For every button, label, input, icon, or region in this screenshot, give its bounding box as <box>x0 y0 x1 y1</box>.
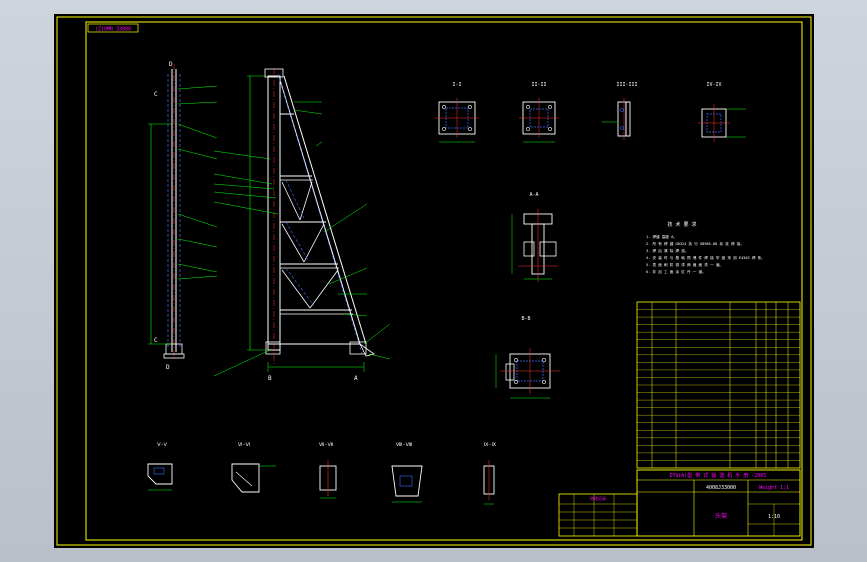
drawing-name: 头架 <box>715 512 727 520</box>
parts-list-table <box>636 301 801 469</box>
revision-title: 修改记录 <box>590 495 606 501</box>
front-elevation-view: B A <box>213 68 391 382</box>
section-detail-A: A-A <box>511 192 558 282</box>
bottom-detail-4: Ⅷ-Ⅷ <box>391 442 423 503</box>
title-stamp-text: (Z)OMR 33000 <box>95 27 131 33</box>
drawing-code: 4008J33000 <box>706 485 736 491</box>
note-1: 1. 焊缝 高度 6。 <box>646 234 677 239</box>
technical-notes: 技 术 要 求 1. 焊缝 高度 6。 2. 所 有 焊 缝 GB324 执 行… <box>646 221 765 274</box>
section-detail-4: IV-IV <box>698 82 746 142</box>
bottom-detail-5: Ⅸ-Ⅸ <box>483 442 497 505</box>
cad-viewport[interactable]: (Z)OMR 33000 C C D D B A I-I II-II III-I… <box>54 14 814 548</box>
drawing-canvas: (Z)OMR 33000 C C D D B A I-I II-II III-I… <box>56 16 812 546</box>
svg-text:C: C <box>154 91 158 98</box>
section-label-A: A-A <box>529 192 538 198</box>
outer-border <box>56 16 812 546</box>
section-label-4: IV-IV <box>706 82 721 88</box>
bottom-detail-3: Ⅶ-Ⅶ <box>319 442 337 499</box>
section-label-2: II-II <box>531 82 546 88</box>
svg-text:B: B <box>268 375 272 382</box>
svg-text:C: C <box>154 337 158 344</box>
bottom-label-4: Ⅷ-Ⅷ <box>396 442 413 448</box>
section-label-1: I-I <box>452 82 461 88</box>
title-block: DTⅡ(A)型 带 式 输 送 机 手 册 -2005 4008J33000 W… <box>636 469 801 537</box>
side-elevation-view: C C D D <box>148 61 218 371</box>
project-name: DTⅡ(A)型 带 式 输 送 机 手 册 -2005 <box>670 472 767 479</box>
bottom-label-2: Ⅵ-Ⅵ <box>238 442 251 448</box>
section-detail-B: B-B <box>495 316 560 399</box>
weight-label: Weight 1:1 <box>759 485 789 491</box>
bottom-detail-2: Ⅵ-Ⅵ <box>231 442 276 493</box>
section-detail-3: III-III <box>602 82 638 140</box>
svg-text:D: D <box>169 61 173 68</box>
drawing-frame <box>85 21 803 541</box>
bottom-detail-1: Ⅴ-Ⅴ <box>147 442 173 491</box>
note-6: 6. 非 加 工 面 涂 红 丹 一 道。 <box>646 269 706 274</box>
note-3: 3. 焊 后 清 除 焊 渣。 <box>646 248 688 253</box>
bottom-label-1: Ⅴ-Ⅴ <box>157 442 167 448</box>
bottom-label-3: Ⅶ-Ⅶ <box>319 442 334 448</box>
note-4: 4. 安 装 时 与 基 础 预 埋 件 焊 接 牢 固 采 用 E4303 焊… <box>646 255 765 260</box>
section-label-B: B-B <box>521 316 530 322</box>
note-5: 5. 表 面 刷 防 锈 漆 两 遍 面 漆 一 遍。 <box>646 262 723 267</box>
bottom-label-5: Ⅸ-Ⅸ <box>484 442 497 448</box>
note-2: 2. 所 有 焊 缝 GB324 执 行 GB985-88 标 准 焊 接。 <box>646 241 744 246</box>
section-detail-1: I-I <box>435 82 479 143</box>
revision-block: 修改记录 <box>558 493 638 537</box>
svg-text:D: D <box>166 364 170 371</box>
section-label-3: III-III <box>616 82 637 88</box>
svg-text:A: A <box>354 375 358 382</box>
section-detail-2: II-II <box>519 82 559 143</box>
notes-title: 技 术 要 求 <box>667 221 696 228</box>
